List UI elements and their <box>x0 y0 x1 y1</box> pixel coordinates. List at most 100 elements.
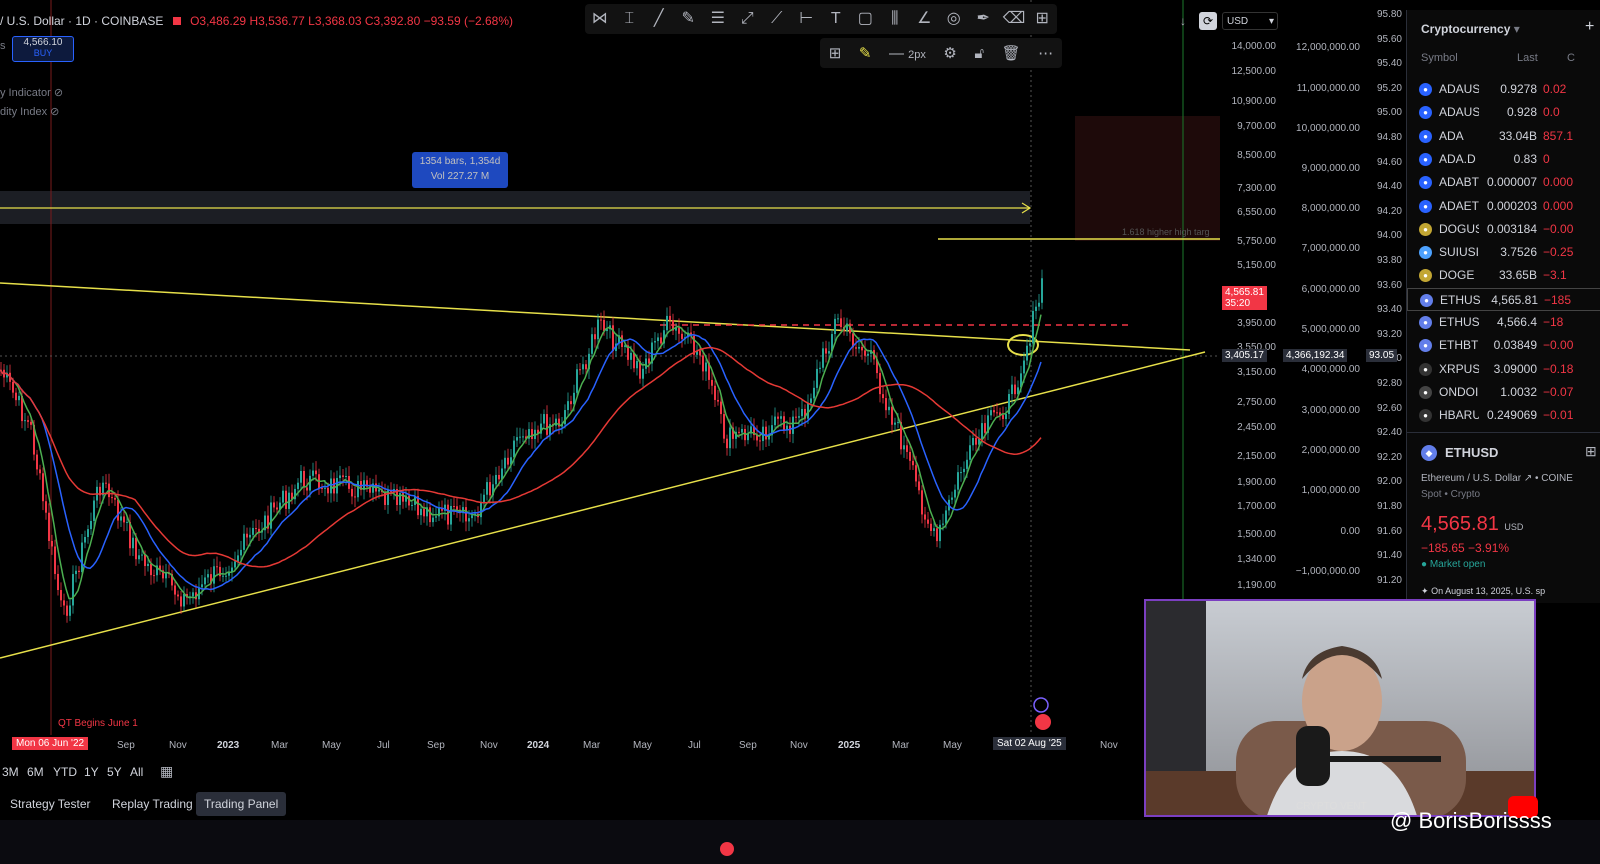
time-axis[interactable]: Mon 06 Jun '22 Sep Nov 2023 Mar May Jul Sep Nov 2… <box>0 735 1140 755</box>
watchlist-row[interactable]: ● ADAET 0.000203 0.000 <box>1407 195 1600 218</box>
watchlist-row[interactable]: ● ONDOI 1.0032 −0.07 <box>1407 381 1600 404</box>
watchlist-row[interactable]: ● SUIUSI 3.7526 −0.25 <box>1407 241 1600 264</box>
range-ytd[interactable]: YTD <box>53 765 77 779</box>
candle-body <box>990 410 992 416</box>
add-symbol-icon[interactable]: + <box>1585 18 1594 36</box>
details-symbol[interactable]: ETHUSD <box>1445 445 1498 460</box>
price-tick: 5,150.00 <box>1237 260 1276 271</box>
eye-off-icon[interactable]: ⊘ <box>54 87 63 99</box>
details-menu-icon[interactable]: ⊞ <box>1585 443 1597 460</box>
brush-icon[interactable]: ✎ <box>678 9 698 29</box>
watchlist-row[interactable]: ● DOGUS 0.003184 −0.00 <box>1407 218 1600 241</box>
news-headline[interactable]: ✦ On August 13, 2025, U.S. sp <box>1421 586 1545 597</box>
candle-body <box>303 471 305 488</box>
row-last: 3.09000 <box>1493 361 1537 376</box>
candle-body <box>69 605 71 616</box>
watchlist-row[interactable]: ● HBARU 0.249069 −0.01 <box>1407 404 1600 427</box>
line-color-icon[interactable]: ✎ <box>859 44 872 62</box>
range-all[interactable]: All <box>130 765 143 779</box>
path-icon[interactable]: ⤢ <box>737 9 757 29</box>
watchlist-row[interactable]: ● ADA.D 0.83 0 <box>1407 148 1600 171</box>
candle-body <box>585 364 587 370</box>
percent-tick: 92.40 <box>1376 427 1402 439</box>
tab-trading-panel[interactable]: Trading Panel <box>196 792 287 816</box>
candle-body <box>450 505 452 525</box>
watchlist-row[interactable]: ● DOGE 33.65B −3.1 <box>1407 264 1600 287</box>
trash-icon[interactable]: 🗑︎ <box>1002 44 1021 62</box>
date-range-icon[interactable]: ⊢ <box>796 9 816 29</box>
row-last: 0.249069 <box>1486 408 1537 423</box>
fib-icon[interactable]: ☰ <box>708 9 728 29</box>
watchlist-row[interactable]: ● ETHUS 4,565.81 −185 <box>1407 287 1600 311</box>
time-tick: Jul <box>377 740 390 751</box>
range-1y[interactable]: 1Y <box>84 765 99 779</box>
chart-area[interactable] <box>0 0 1220 735</box>
watchlist-row[interactable]: ● ADABT 0.000007 0.000 <box>1407 171 1600 194</box>
watchlist-title[interactable]: Cryptocurrency ▾ <box>1421 22 1520 36</box>
watchlist-row[interactable]: ● ADA 33.04B 857.1 <box>1407 125 1600 148</box>
row-symbol: ONDOI <box>1439 384 1479 399</box>
column-change[interactable]: C <box>1567 52 1575 64</box>
pen-icon[interactable]: ✒ <box>973 9 993 29</box>
candle-body <box>723 414 725 439</box>
symbol-title[interactable]: / U.S. Dollar · 1D · COINBASE <box>0 14 163 28</box>
watchlist-row[interactable]: ● XRPUS 3.09000 −0.18 <box>1407 358 1600 381</box>
eye-off-icon[interactable]: ⊘ <box>50 106 59 118</box>
price-chart[interactable] <box>0 0 1220 735</box>
candle-body <box>312 470 314 476</box>
price-tick: 2,750.00 <box>1237 397 1276 408</box>
angle-icon[interactable]: ∠ <box>914 9 934 29</box>
refresh-icon[interactable]: ⟳ <box>1199 12 1217 30</box>
currency-select[interactable]: USD ▾ <box>1222 12 1278 30</box>
candle-body <box>153 575 155 577</box>
tab-strategy-tester[interactable]: Strategy Tester <box>2 792 98 816</box>
volume-tick: 3,000,000.00 <box>1301 405 1360 416</box>
candle-body <box>879 373 881 395</box>
lock-icon[interactable]: 🔓︎ <box>974 45 984 62</box>
layout-icon[interactable]: ⊞ <box>829 44 842 62</box>
ray-icon[interactable]: ⟋ <box>767 9 787 29</box>
candle-body <box>48 512 50 542</box>
market-status-icon <box>172 17 181 25</box>
indicator-legend-2[interactable]: dity Index ⊘ <box>0 105 59 118</box>
range-5y[interactable]: 5Y <box>107 765 122 779</box>
time-tick: Mon 06 Jun '22 <box>12 737 89 750</box>
watchlist-row[interactable]: ● ETHUS 4,566.4 −18 <box>1407 311 1600 334</box>
candle-body <box>513 440 515 458</box>
range-3m[interactable]: 3M <box>2 765 19 779</box>
news-icon: ✦ <box>1421 586 1429 596</box>
scroll-down-icon[interactable]: ↓ <box>1180 14 1186 28</box>
candle-body <box>453 505 455 507</box>
text-icon[interactable]: T <box>826 9 846 29</box>
line-width-control[interactable]: — 2px <box>889 45 926 62</box>
tab-replay-trading[interactable]: Replay Trading <box>104 792 201 816</box>
candle-body <box>54 546 56 574</box>
candle-body <box>177 594 179 597</box>
watchlist-row[interactable]: ● ETHBT 0.03849 −0.00 <box>1407 334 1600 357</box>
candle-body <box>819 367 821 369</box>
more-icon[interactable]: ⋯ <box>1038 44 1053 62</box>
circle-icon[interactable]: ◎ <box>944 9 964 29</box>
trendline-icon[interactable]: ╱ <box>649 9 669 29</box>
row-last: 0.000203 <box>1486 198 1537 213</box>
grid-icon[interactable]: ⊞ <box>1032 9 1052 29</box>
percent-tick: 95.40 <box>1376 58 1402 70</box>
buy-button[interactable]: 4,566.10 BUY <box>12 36 74 62</box>
watchlist-row[interactable]: ● ADAUS 0.9278 0.02 <box>1407 78 1600 101</box>
column-symbol[interactable]: Symbol <box>1421 52 1458 64</box>
settings-icon[interactable]: ⚙ <box>943 44 956 62</box>
watchlist-row[interactable]: ● ADAUS 0.928 0.0 <box>1407 101 1600 124</box>
candle-body <box>942 523 944 525</box>
pattern-icon[interactable]: ⋈ <box>590 9 610 29</box>
candle-body <box>39 469 41 474</box>
volume-tick: 0.00 <box>1340 526 1360 537</box>
bars-pattern-icon[interactable]: ⫼ <box>885 9 905 29</box>
percent-tick: 94.60 <box>1376 156 1402 168</box>
calendar-icon[interactable]: ▦ <box>160 763 173 780</box>
range-6m[interactable]: 6M <box>27 765 44 779</box>
frame-icon[interactable]: ▢ <box>855 9 875 29</box>
eraser-icon[interactable]: ⌫ <box>1003 9 1026 29</box>
column-last[interactable]: Last <box>1517 52 1538 64</box>
text-cursor-icon[interactable]: ⌶ <box>619 9 639 29</box>
indicator-legend-1[interactable]: y Indicator ⊘ <box>0 86 63 99</box>
